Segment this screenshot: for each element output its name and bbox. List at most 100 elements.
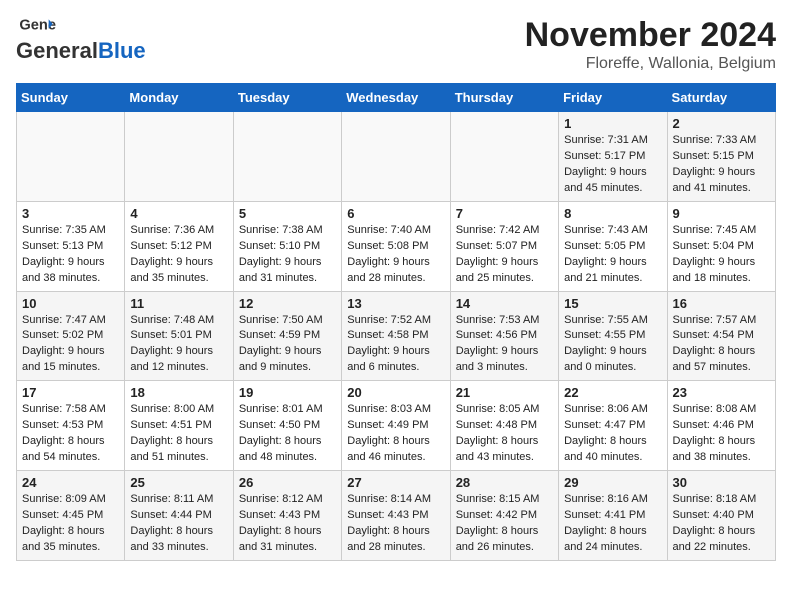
cell-content: Sunrise: 7:53 AMSunset: 4:56 PMDaylight:… (456, 313, 553, 377)
cell-content: Sunrise: 8:06 AMSunset: 4:47 PMDaylight:… (564, 402, 661, 466)
calendar-cell: 30 Sunrise: 8:18 AMSunset: 4:40 PMDayligh… (667, 471, 775, 561)
cell-content: Sunrise: 7:47 AMSunset: 5:02 PMDaylight:… (22, 313, 119, 377)
cell-content: Sunrise: 7:38 AMSunset: 5:10 PMDaylight:… (239, 223, 336, 287)
calendar-table: SundayMondayTuesdayWednesdayThursdayFrid… (16, 83, 776, 561)
cell-content: Sunrise: 7:50 AMSunset: 4:59 PMDaylight:… (239, 313, 336, 377)
cell-content: Sunrise: 8:05 AMSunset: 4:48 PMDaylight:… (456, 402, 553, 466)
cell-content: Sunrise: 8:12 AMSunset: 4:43 PMDaylight:… (239, 492, 336, 556)
day-number: 7 (456, 206, 553, 221)
day-number: 29 (564, 475, 661, 490)
cell-content: Sunrise: 8:03 AMSunset: 4:49 PMDaylight:… (347, 402, 444, 466)
logo-svg: General (16, 16, 56, 36)
cell-content: Sunrise: 8:08 AMSunset: 4:46 PMDaylight:… (673, 402, 770, 466)
calendar-cell: 15 Sunrise: 7:55 AMSunset: 4:55 PMDayligh… (559, 291, 667, 381)
header-monday: Monday (125, 84, 233, 112)
calendar-cell: 24 Sunrise: 8:09 AMSunset: 4:45 PMDayligh… (17, 471, 125, 561)
day-number: 1 (564, 116, 661, 131)
calendar-cell: 10Sunrise: 7:47 AMSunset: 5:02 PMDayligh… (17, 291, 125, 381)
calendar-cell: 25Sunrise: 8:11 AMSunset: 4:44 PMDayligh… (125, 471, 233, 561)
cell-content: Sunrise: 8:15 AMSunset: 4:42 PMDaylight:… (456, 492, 553, 556)
cell-content: Sunrise: 7:33 AMSunset: 5:15 PMDaylight:… (673, 133, 770, 197)
calendar-cell: 18 Sunrise: 8:00 AMSunset: 4:51 PMDayligh… (125, 381, 233, 471)
calendar-cell: 5 Sunrise: 7:38 AMSunset: 5:10 PMDaylight… (233, 201, 341, 291)
cell-content: Sunrise: 7:43 AMSunset: 5:05 PMDaylight:… (564, 223, 661, 287)
cell-content: Sunrise: 8:11 AMSunset: 4:44 PMDaylight:… (130, 492, 227, 556)
cell-content: Sunrise: 7:35 AMSunset: 5:13 PMDaylight:… (22, 223, 119, 287)
calendar-cell: 21 Sunrise: 8:05 AMSunset: 4:48 PMDayligh… (450, 381, 558, 471)
day-number: 3 (22, 206, 119, 221)
header-thursday: Thursday (450, 84, 558, 112)
calendar-header-row: SundayMondayTuesdayWednesdayThursdayFrid… (17, 84, 776, 112)
logo-general: General (16, 38, 98, 64)
day-number: 4 (130, 206, 227, 221)
day-number: 20 (347, 385, 444, 400)
cell-content: Sunrise: 8:18 AMSunset: 4:40 PMDaylight:… (673, 492, 770, 556)
cell-content: Sunrise: 7:31 AMSunset: 5:17 PMDaylight:… (564, 133, 661, 197)
calendar-cell (17, 112, 125, 202)
calendar-cell (450, 112, 558, 202)
day-number: 2 (673, 116, 770, 131)
calendar-cell: 11 Sunrise: 7:48 AMSunset: 5:01 PMDayligh… (125, 291, 233, 381)
cell-content: Sunrise: 7:57 AMSunset: 4:54 PMDaylight:… (673, 313, 770, 377)
cell-content: Sunrise: 7:58 AMSunset: 4:53 PMDaylight:… (22, 402, 119, 466)
day-number: 15 (564, 296, 661, 311)
cell-content: Sunrise: 7:48 AMSunset: 5:01 PMDaylight:… (130, 313, 227, 377)
day-number: 12 (239, 296, 336, 311)
cell-content: Sunrise: 8:09 AMSunset: 4:45 PMDaylight:… (22, 492, 119, 556)
calendar-cell: 3 Sunrise: 7:35 AMSunset: 5:13 PMDaylight… (17, 201, 125, 291)
calendar-cell: 22Sunrise: 8:06 AMSunset: 4:47 PMDayligh… (559, 381, 667, 471)
calendar-cell (342, 112, 450, 202)
cell-content: Sunrise: 8:14 AMSunset: 4:43 PMDaylight:… (347, 492, 444, 556)
calendar-cell: 19Sunrise: 8:01 AMSunset: 4:50 PMDayligh… (233, 381, 341, 471)
day-number: 28 (456, 475, 553, 490)
cell-content: Sunrise: 8:16 AMSunset: 4:41 PMDaylight:… (564, 492, 661, 556)
day-number: 5 (239, 206, 336, 221)
header-sunday: Sunday (17, 84, 125, 112)
calendar-cell: 9Sunrise: 7:45 AMSunset: 5:04 PMDaylight… (667, 201, 775, 291)
calendar-cell (233, 112, 341, 202)
calendar-cell: 29 Sunrise: 8:16 AMSunset: 4:41 PMDayligh… (559, 471, 667, 561)
month-title: November 2024 (525, 16, 776, 55)
day-number: 26 (239, 475, 336, 490)
calendar-cell: 23 Sunrise: 8:08 AMSunset: 4:46 PMDayligh… (667, 381, 775, 471)
cell-content: Sunrise: 7:52 AMSunset: 4:58 PMDaylight:… (347, 313, 444, 377)
cell-content: Sunrise: 8:00 AMSunset: 4:51 PMDaylight:… (130, 402, 227, 466)
calendar-cell: 26 Sunrise: 8:12 AMSunset: 4:43 PMDayligh… (233, 471, 341, 561)
day-number: 13 (347, 296, 444, 311)
day-number: 11 (130, 296, 227, 311)
calendar-cell: 13 Sunrise: 7:52 AMSunset: 4:58 PMDayligh… (342, 291, 450, 381)
day-number: 24 (22, 475, 119, 490)
title-area: November 2024 Floreffe, Wallonia, Belgiu… (525, 16, 776, 73)
day-number: 9 (673, 206, 770, 221)
day-number: 16 (673, 296, 770, 311)
calendar-cell: 4 Sunrise: 7:36 AMSunset: 5:12 PMDaylight… (125, 201, 233, 291)
calendar-cell: 16 Sunrise: 7:57 AMSunset: 4:54 PMDayligh… (667, 291, 775, 381)
cell-content: Sunrise: 7:36 AMSunset: 5:12 PMDaylight:… (130, 223, 227, 287)
header-wednesday: Wednesday (342, 84, 450, 112)
calendar-cell: 28 Sunrise: 8:15 AMSunset: 4:42 PMDayligh… (450, 471, 558, 561)
logo: General GeneralBlue (16, 16, 146, 64)
header-tuesday: Tuesday (233, 84, 341, 112)
calendar-cell: 8Sunrise: 7:43 AMSunset: 5:05 PMDaylight… (559, 201, 667, 291)
logo-blue: Blue (98, 38, 146, 64)
header-saturday: Saturday (667, 84, 775, 112)
header-friday: Friday (559, 84, 667, 112)
calendar-cell: 20 Sunrise: 8:03 AMSunset: 4:49 PMDayligh… (342, 381, 450, 471)
calendar-cell: 12 Sunrise: 7:50 AMSunset: 4:59 PMDayligh… (233, 291, 341, 381)
week-row-4: 17Sunrise: 7:58 AMSunset: 4:53 PMDayligh… (17, 381, 776, 471)
location: Floreffe, Wallonia, Belgium (525, 55, 776, 73)
calendar-cell: 6 Sunrise: 7:40 AMSunset: 5:08 PMDaylight… (342, 201, 450, 291)
day-number: 21 (456, 385, 553, 400)
week-row-2: 3 Sunrise: 7:35 AMSunset: 5:13 PMDaylight… (17, 201, 776, 291)
week-row-3: 10Sunrise: 7:47 AMSunset: 5:02 PMDayligh… (17, 291, 776, 381)
calendar-cell: 1 Sunrise: 7:31 AMSunset: 5:17 PMDaylight… (559, 112, 667, 202)
day-number: 30 (673, 475, 770, 490)
day-number: 6 (347, 206, 444, 221)
cell-content: Sunrise: 7:55 AMSunset: 4:55 PMDaylight:… (564, 313, 661, 377)
cell-content: Sunrise: 7:40 AMSunset: 5:08 PMDaylight:… (347, 223, 444, 287)
day-number: 18 (130, 385, 227, 400)
week-row-1: 1 Sunrise: 7:31 AMSunset: 5:17 PMDaylight… (17, 112, 776, 202)
week-row-5: 24 Sunrise: 8:09 AMSunset: 4:45 PMDayligh… (17, 471, 776, 561)
calendar-cell: 14Sunrise: 7:53 AMSunset: 4:56 PMDayligh… (450, 291, 558, 381)
day-number: 23 (673, 385, 770, 400)
